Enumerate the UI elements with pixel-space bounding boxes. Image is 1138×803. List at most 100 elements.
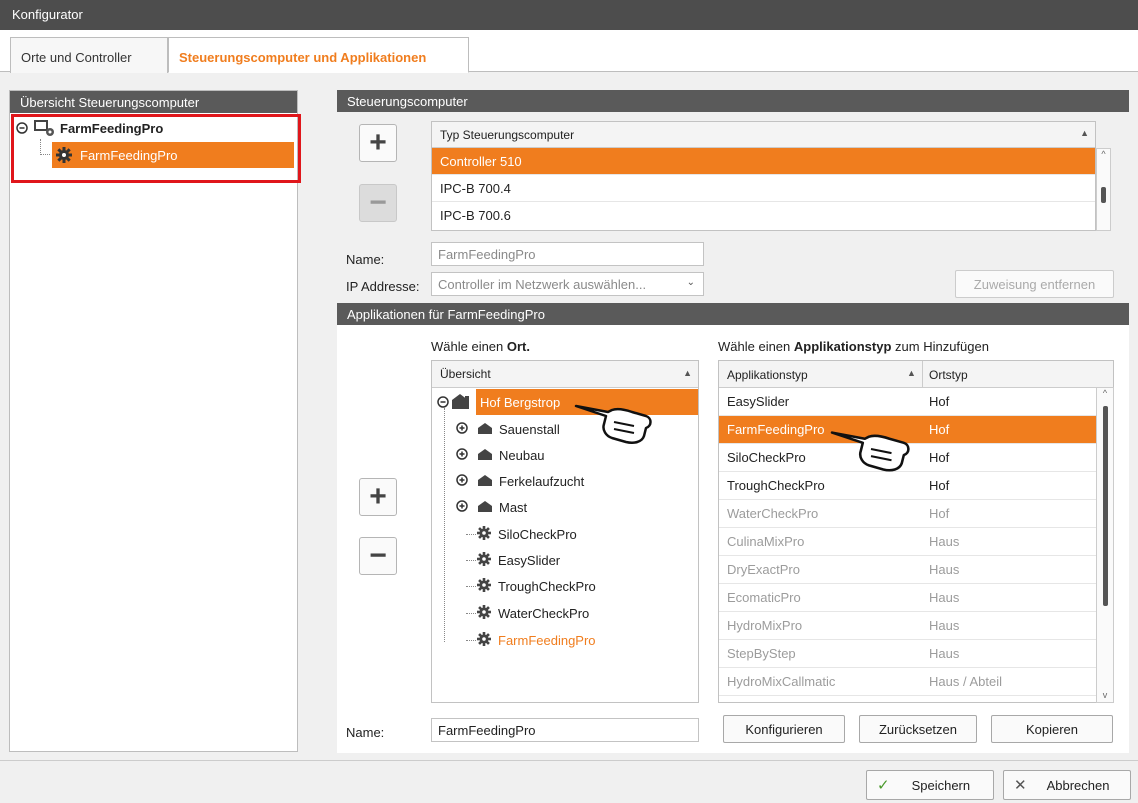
location-prompt-text: Wähle einen [431,339,507,354]
type-grid-header: Applikationstyp ▲ Ortstyp [719,361,1113,388]
sort-asc-icon: ▲ [683,368,692,378]
highlight-box [11,114,301,183]
type-prompt-text: Wähle einen [718,339,794,354]
tree-node[interactable]: Neubau [455,442,545,468]
house-icon [477,421,493,438]
sort-asc-icon: ▲ [907,368,916,378]
column-ortstyp[interactable]: Ortstyp [929,368,968,382]
application-type-ortstyp: Haus [929,534,960,549]
application-type-row[interactable]: SiloCheckPro Hof [719,444,1113,472]
ip-address-select[interactable]: Controller im Netzwerk auswählen... ⌄ [431,272,704,296]
tree-connector [466,612,476,614]
tree-node-selected-app[interactable]: FarmFeedingPro [466,627,596,653]
application-type-name: DryExactPro [727,562,800,577]
application-type-row[interactable]: HydroMixCallmatic Haus / Abteil [719,668,1113,696]
reset-button[interactable]: Zurücksetzen [859,715,977,743]
configure-button[interactable]: Konfigurieren [723,715,845,743]
application-type-ortstyp: Hof [929,450,950,465]
scroll-down-icon[interactable]: v [1097,690,1113,700]
window-title: Konfigurator [0,0,1138,30]
computer-name-field[interactable]: FarmFeedingPro [431,242,704,266]
remove-computer-button[interactable]: − [359,184,397,222]
expand-icon[interactable] [455,421,469,438]
scroll-up-icon[interactable]: ^ [1097,149,1110,159]
tab-orte-und-controller[interactable]: Orte und Controller [10,37,168,73]
application-type-ortstyp: Hof [929,506,950,521]
application-type-ortstyp: Hof [929,422,950,437]
sort-asc-icon: ▲ [1080,128,1089,138]
application-type-row[interactable]: HydroMixPro Haus [719,612,1113,640]
grid-header-label: Typ Steuerungscomputer [440,128,575,142]
scroll-up-icon[interactable]: ^ [1097,388,1113,398]
farm-icon [451,392,473,413]
tree-node[interactable]: Sauenstall [455,416,560,442]
expand-icon[interactable] [455,499,469,516]
collapse-icon[interactable] [436,395,450,412]
tab-steuerungscomputer[interactable]: Steuerungscomputer und Applikationen [168,37,469,73]
location-prompt: Wähle einen Ort. [431,339,530,354]
app-name-field[interactable]: FarmFeedingPro [431,718,699,742]
type-grid-scrollbar[interactable]: ^ v [1096,387,1114,703]
add-computer-button[interactable]: + [359,124,397,162]
column-applikationstyp[interactable]: Applikationstyp [727,368,808,382]
tree-node[interactable]: TroughCheckPro [466,573,596,599]
computer-row[interactable]: Controller 510 [432,148,1095,175]
ip-address-placeholder: Controller im Netzwerk auswählen... [438,277,647,292]
application-type-row[interactable]: StepByStep Haus [719,640,1113,668]
checkmark-icon: ✓ [877,777,890,794]
save-button[interactable]: ✓ Speichern [866,770,994,800]
application-type-row[interactable]: TroughCheckPro Hof [719,472,1113,500]
save-label: Speichern [911,777,971,793]
computer-row[interactable]: IPC-B 700.4 [432,175,1095,202]
location-tree-header[interactable]: Übersicht ▲ [432,361,698,388]
gear-icon [476,551,492,570]
tree-node[interactable]: WaterCheckPro [466,600,589,626]
computer-name-label: Name: [346,252,385,267]
application-type-row[interactable]: CulinaMixPro Haus [719,528,1113,556]
computer-type-grid: Typ Steuerungscomputer ▲ Controller 510 … [431,121,1096,231]
cancel-button[interactable]: ✕ Abbrechen [1003,770,1131,800]
tree-connector [444,408,445,642]
application-type-row[interactable]: WaterCheckPro Hof [719,500,1113,528]
scroll-thumb[interactable] [1101,187,1106,203]
application-type-ortstyp: Haus / Abteil [929,674,1002,689]
type-prompt-suffix: zum Hinzufügen [891,339,989,354]
expand-icon[interactable] [455,473,469,490]
application-type-ortstyp: Haus [929,618,960,633]
gear-icon [476,577,492,596]
type-rows: EasySlider Hof FarmFeedingPro Hof SiloCheckP… [719,388,1113,696]
application-type-ortstyp: Hof [929,478,950,493]
remove-application-button[interactable]: − [359,537,397,575]
tree-node[interactable]: SiloCheckPro [466,521,577,547]
application-type-row[interactable]: EasySlider Hof [719,388,1113,416]
application-type-name: TroughCheckPro [727,478,825,493]
tree-node[interactable]: Mast [455,494,527,520]
house-icon [477,447,493,464]
add-application-button[interactable]: + [359,478,397,516]
tree-node-label: EasySlider [498,552,561,568]
scroll-thumb[interactable] [1102,406,1108,606]
application-type-ortstyp: Haus [929,646,960,661]
house-icon [477,473,493,490]
application-type-name: SiloCheckPro [727,450,806,465]
remove-assignment-button[interactable]: Zuweisung entfernen [955,270,1114,298]
chevron-down-icon: ⌄ [686,277,695,288]
computer-row[interactable]: IPC-B 700.6 [432,202,1095,229]
expand-icon[interactable] [455,447,469,464]
application-type-name: HydroMixCallmatic [727,674,836,689]
applications-panel-header: Applikationen für FarmFeedingPro [337,303,1129,325]
application-type-row[interactable]: DryExactPro Haus [719,556,1113,584]
copy-button[interactable]: Kopieren [991,715,1113,743]
application-type-row[interactable]: EcomaticPro Haus [719,584,1113,612]
tree-connector [466,559,476,561]
grid-header[interactable]: Typ Steuerungscomputer ▲ [432,122,1095,148]
tree-node-label: Neubau [499,447,545,463]
application-type-name: CulinaMixPro [727,534,805,549]
computer-grid-scrollbar[interactable]: ^ [1096,148,1111,231]
hand-pointer-icon [574,398,654,451]
application-type-row[interactable]: FarmFeedingPro Hof [719,416,1113,444]
tree-node[interactable]: EasySlider [466,547,560,573]
tree-node-label: WaterCheckPro [498,605,590,621]
gear-icon [476,604,492,623]
tree-node[interactable]: Ferkelaufzucht [455,468,584,494]
